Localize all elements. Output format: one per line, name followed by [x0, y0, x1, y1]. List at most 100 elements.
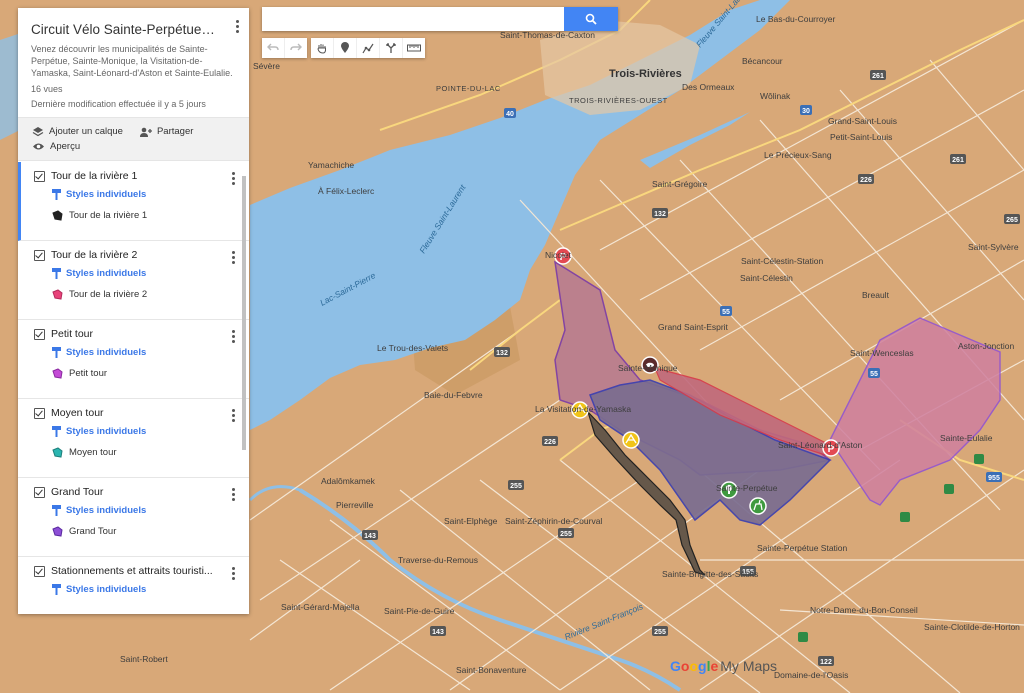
share-button[interactable]: Partager	[139, 126, 193, 137]
layer-options-menu[interactable]	[232, 409, 235, 424]
deer-marker[interactable]	[749, 497, 767, 515]
svg-text:143: 143	[364, 533, 376, 540]
layer-style-link[interactable]: Styles individuels	[52, 505, 249, 516]
svg-text:Wôlinak: Wôlinak	[760, 91, 791, 101]
add-layer-label: Ajouter un calque	[49, 126, 123, 137]
search-input[interactable]	[262, 7, 564, 31]
undo-icon	[267, 43, 279, 51]
layer-style-label: Styles individuels	[66, 426, 147, 437]
layer-style-link[interactable]: Styles individuels	[52, 426, 249, 437]
paint-roller-icon	[52, 584, 61, 595]
layer-feature[interactable]: Petit tour	[52, 368, 249, 379]
polygon-icon	[52, 447, 63, 458]
share-label: Partager	[156, 126, 194, 137]
layer-style-label: Styles individuels	[66, 268, 147, 279]
layer-item[interactable]: Grand Tour Styles individuels Grand Tour	[18, 478, 249, 557]
svg-text:261: 261	[872, 73, 884, 80]
layer-options-menu[interactable]	[232, 172, 235, 187]
svg-text:Grand-Saint-Louis: Grand-Saint-Louis	[828, 116, 897, 126]
svg-text:Petit-Saint-Louis: Petit-Saint-Louis	[830, 132, 892, 142]
layer-visibility-checkbox[interactable]	[34, 565, 45, 577]
layer-style-link[interactable]: Styles individuels	[52, 268, 249, 279]
svg-text:Baie-du-Febvre: Baie-du-Febvre	[424, 390, 483, 400]
my-maps-label: My Maps	[720, 658, 778, 674]
map-title[interactable]: Circuit Vélo Sainte-Perpétue est c...	[31, 22, 216, 37]
layer-feature[interactable]: Moyen tour	[52, 447, 249, 458]
layer-item[interactable]: Tour de la rivière 1 Styles individuels …	[18, 162, 249, 241]
layer-name[interactable]: Tour de la rivière 2	[51, 249, 137, 261]
layer-item[interactable]: Tour de la rivière 2 Styles individuels …	[18, 241, 249, 320]
polygon-icon	[52, 526, 63, 537]
layer-options-menu[interactable]	[232, 488, 235, 503]
redo-button[interactable]	[285, 38, 307, 58]
layer-name[interactable]: Tour de la rivière 1	[51, 170, 137, 182]
view-count: 16 vues	[31, 84, 63, 94]
layer-visibility-checkbox[interactable]	[34, 170, 45, 182]
marker-icon	[341, 42, 349, 53]
google-my-maps-logo: Google My Maps	[670, 658, 777, 674]
svg-text:Adalômkamek: Adalômkamek	[321, 476, 376, 486]
svg-text:261: 261	[952, 157, 964, 164]
layer-style-link[interactable]: Styles individuels	[52, 347, 249, 358]
svg-text:Breault: Breault	[862, 290, 890, 300]
layer-options-menu[interactable]	[232, 251, 235, 266]
svg-text:Traverse-du-Remous: Traverse-du-Remous	[398, 555, 478, 565]
draw-line-button[interactable]	[357, 38, 380, 58]
layer-visibility-checkbox[interactable]	[34, 328, 45, 340]
pan-hand-button[interactable]	[311, 38, 334, 58]
svg-text:Saint-Thomas-de-Caxton: Saint-Thomas-de-Caxton	[500, 30, 595, 40]
layer-options-menu[interactable]	[232, 567, 235, 582]
map-options-menu[interactable]	[236, 20, 239, 35]
layer-options-menu[interactable]	[232, 330, 235, 345]
add-marker-button[interactable]	[334, 38, 357, 58]
svg-text:30: 30	[802, 108, 810, 115]
layer-name[interactable]: Moyen tour	[51, 407, 104, 419]
layer-visibility-checkbox[interactable]	[34, 249, 45, 261]
svg-text:955: 955	[988, 475, 1000, 482]
svg-text:226: 226	[860, 177, 872, 184]
svg-text:Saint-Sylvère: Saint-Sylvère	[968, 242, 1019, 252]
layer-style-link[interactable]: Styles individuels	[52, 584, 249, 595]
search-bar	[262, 7, 618, 31]
layer-name[interactable]: Petit tour	[51, 328, 93, 340]
layer-feature-label: Petit tour	[69, 368, 108, 379]
paint-roller-icon	[52, 347, 61, 358]
search-button[interactable]	[564, 7, 618, 31]
panel-scrollbar[interactable]	[242, 176, 246, 450]
layer-item[interactable]: Stationnements et attraits touristi... S…	[18, 557, 249, 614]
layer-style-label: Styles individuels	[66, 189, 147, 200]
layer-visibility-checkbox[interactable]	[34, 407, 45, 419]
layer-feature[interactable]: Grand Tour	[52, 526, 249, 537]
layer-feature[interactable]: Tour de la rivière 1	[52, 210, 249, 221]
directions-button[interactable]	[380, 38, 403, 58]
svg-text:122: 122	[820, 659, 832, 666]
measure-button[interactable]	[403, 38, 425, 58]
ruler-icon	[407, 44, 421, 52]
preview-button[interactable]: Aperçu	[32, 141, 80, 152]
picnic-marker[interactable]	[622, 431, 640, 449]
undo-button[interactable]	[262, 38, 285, 58]
layer-feature[interactable]: Tour de la rivière 2	[52, 289, 249, 300]
layer-feature-label: Tour de la rivière 2	[69, 289, 148, 300]
paint-roller-icon	[52, 189, 61, 200]
svg-text:Domaine-de-l'Oasis: Domaine-de-l'Oasis	[774, 670, 848, 680]
svg-text:Grand Saint-Esprit: Grand Saint-Esprit	[658, 322, 729, 332]
svg-text:40: 40	[506, 111, 514, 118]
svg-text:Des Ormeaux: Des Ormeaux	[682, 82, 735, 92]
layer-item[interactable]: Petit tour Styles individuels Petit tour	[18, 320, 249, 399]
redo-icon	[290, 43, 302, 51]
layer-name[interactable]: Stationnements et attraits touristi...	[51, 565, 213, 577]
layer-visibility-checkbox[interactable]	[34, 486, 45, 498]
last-modified: Dernière modification effectuée il y a 5…	[31, 99, 206, 109]
layer-style-link[interactable]: Styles individuels	[52, 189, 249, 200]
layer-name[interactable]: Grand Tour	[51, 486, 103, 498]
svg-text:Saint-Zéphirin-de-Courval: Saint-Zéphirin-de-Courval	[505, 516, 602, 526]
svg-text:Le Bas-du-Courroyer: Le Bas-du-Courroyer	[756, 14, 836, 24]
svg-text:Saint-Pie-de-Guire: Saint-Pie-de-Guire	[384, 606, 455, 616]
layer-feature-label: Moyen tour	[69, 447, 117, 458]
add-layer-button[interactable]: Ajouter un calque	[32, 126, 123, 137]
svg-text:143: 143	[432, 629, 444, 636]
layer-item[interactable]: Moyen tour Styles individuels Moyen tour	[18, 399, 249, 478]
polygon-icon	[52, 210, 63, 221]
svg-text:55: 55	[722, 309, 730, 316]
